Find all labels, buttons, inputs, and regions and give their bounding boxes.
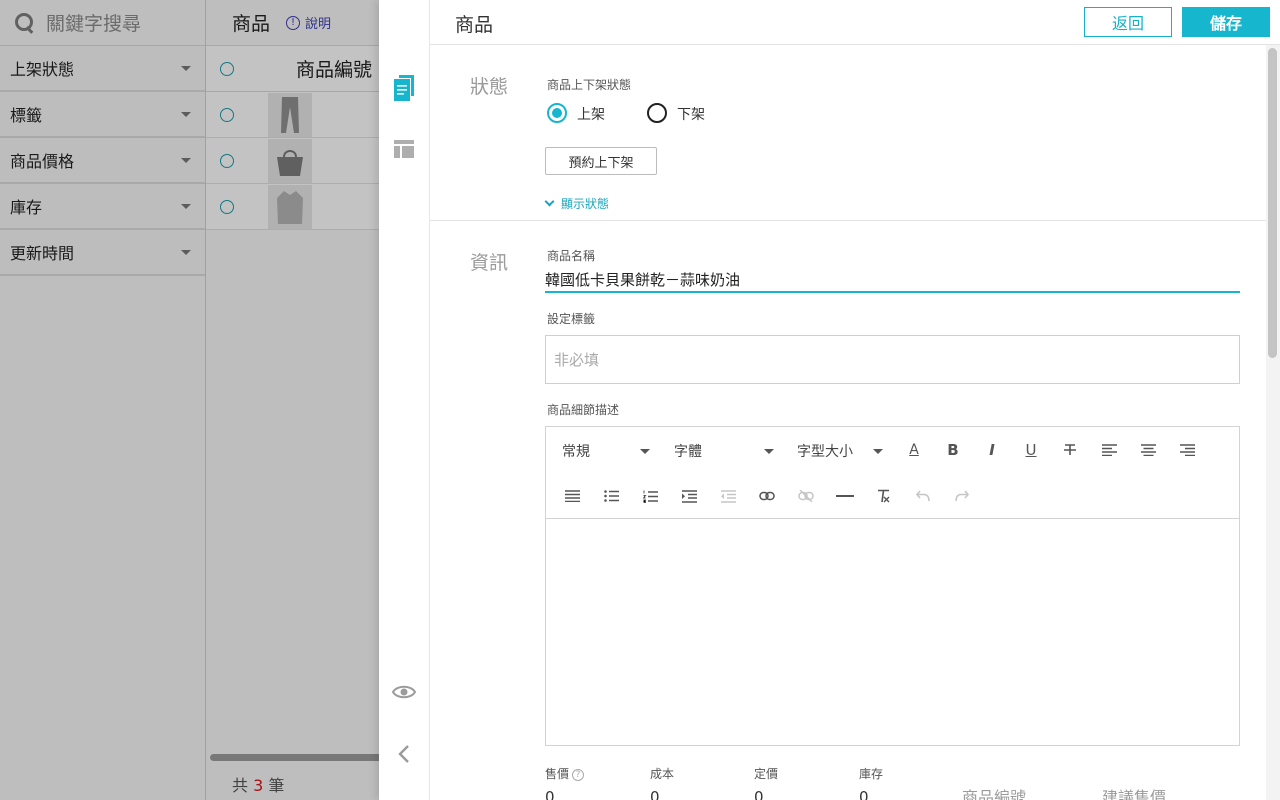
format-select[interactable]: 常規 xyxy=(562,441,650,461)
unlink-icon xyxy=(798,490,814,502)
layout-icon[interactable] xyxy=(394,140,414,158)
sale-price-input[interactable]: 0 xyxy=(545,788,555,800)
align-right-button[interactable] xyxy=(1175,438,1199,462)
cost-label: 成本 xyxy=(650,767,675,781)
bullet-list-button[interactable] xyxy=(599,484,623,508)
align-right-icon xyxy=(1179,444,1195,456)
list-price-label: 定價 xyxy=(754,767,779,781)
horizontal-rule-icon xyxy=(836,495,854,497)
save-button[interactable]: 儲存 xyxy=(1182,7,1270,37)
status-on-radio[interactable] xyxy=(547,103,567,123)
editor-toolbar: 常規 字體 字型大小 A B I U xyxy=(546,427,1239,519)
strikethrough-icon xyxy=(1064,444,1076,455)
caret-down-icon xyxy=(764,448,774,454)
chevron-down-icon xyxy=(544,196,555,207)
sku-field-label: 商品編號 xyxy=(962,788,1027,800)
numbered-list-icon xyxy=(642,490,658,503)
unlink-button[interactable] xyxy=(794,484,818,508)
tags-input[interactable] xyxy=(545,335,1240,384)
clear-format-icon xyxy=(878,489,890,503)
sale-price-label: 售價? xyxy=(545,765,585,782)
horizontal-rule-button[interactable] xyxy=(833,484,857,508)
indent-icon xyxy=(681,489,697,503)
back-button[interactable]: 返回 xyxy=(1084,7,1172,37)
underline-button[interactable]: U xyxy=(1019,438,1043,462)
format-select-value: 常規 xyxy=(562,444,590,460)
caret-down-icon xyxy=(873,448,883,454)
caret-down-icon xyxy=(640,448,650,454)
align-left-button[interactable] xyxy=(1097,438,1121,462)
outdent-button[interactable] xyxy=(716,484,740,508)
redo-icon xyxy=(955,490,969,502)
product-name-label: 商品名稱 xyxy=(547,249,596,263)
clear-format-button[interactable] xyxy=(872,484,896,508)
text-color-icon: A xyxy=(909,442,919,458)
sale-price-label-text: 售價 xyxy=(545,767,570,781)
italic-button[interactable]: I xyxy=(980,438,1004,462)
vertical-scrollbar-thumb[interactable] xyxy=(1268,48,1277,358)
redo-button[interactable] xyxy=(950,484,974,508)
document-icon[interactable] xyxy=(394,75,414,101)
outdent-icon xyxy=(720,489,736,503)
font-select[interactable]: 字體 xyxy=(674,441,774,461)
display-status-label: 顯示狀態 xyxy=(561,197,610,211)
collapse-chevron-icon[interactable] xyxy=(398,744,410,764)
bold-button[interactable]: B xyxy=(941,438,965,462)
status-on-label[interactable]: 上架 xyxy=(577,104,605,124)
status-off-radio[interactable] xyxy=(647,103,667,123)
rich-text-editor: 常規 字體 字型大小 A B I U xyxy=(545,426,1240,746)
cost-input[interactable]: 0 xyxy=(650,788,660,800)
font-select-value: 字體 xyxy=(674,444,702,460)
help-icon[interactable]: ? xyxy=(572,769,585,781)
text-color-button[interactable]: A xyxy=(902,438,926,462)
description-label: 商品細節描述 xyxy=(547,403,620,417)
panel-title: 商品 xyxy=(455,14,494,36)
tags-label: 設定標籤 xyxy=(547,312,596,326)
align-left-icon xyxy=(1101,444,1117,456)
section-divider xyxy=(430,220,1266,221)
status-field-label: 商品上下架狀態 xyxy=(547,78,632,92)
bullet-list-icon xyxy=(603,490,619,502)
list-price-input[interactable]: 0 xyxy=(754,788,764,800)
font-size-select-value: 字型大小 xyxy=(797,444,853,460)
schedule-publish-button[interactable]: 預約上下架 xyxy=(545,147,657,175)
justify-button[interactable] xyxy=(560,484,584,508)
align-center-icon xyxy=(1140,444,1156,456)
status-off-label[interactable]: 下架 xyxy=(677,104,705,124)
panel-content: 狀態 商品上下架狀態 上架 下架 預約上下架 顯示狀態 資訊 商品名稱 設定標籤… xyxy=(430,45,1266,800)
justify-icon xyxy=(564,490,580,502)
align-center-button[interactable] xyxy=(1136,438,1160,462)
indent-button[interactable] xyxy=(677,484,701,508)
info-section-title: 資訊 xyxy=(470,252,509,274)
eye-icon[interactable] xyxy=(392,684,416,700)
stock-label: 庫存 xyxy=(859,767,884,781)
undo-button[interactable] xyxy=(911,484,935,508)
display-status-toggle[interactable]: 顯示狀態 xyxy=(543,195,609,212)
panel-side-nav xyxy=(379,0,430,800)
undo-icon xyxy=(916,490,930,502)
link-button[interactable] xyxy=(755,484,779,508)
font-size-select[interactable]: 字型大小 xyxy=(797,441,883,461)
stock-input[interactable]: 0 xyxy=(859,788,869,800)
panel-header: 商品 返回 儲存 xyxy=(430,0,1280,45)
strikethrough-button[interactable] xyxy=(1058,438,1082,462)
link-icon xyxy=(759,491,775,501)
numbered-list-button[interactable] xyxy=(638,484,662,508)
status-section-title: 狀態 xyxy=(470,76,509,98)
product-edit-panel: 商品 返回 儲存 狀態 商品上下架狀態 上架 下架 預約上下架 顯示狀態 資訊 … xyxy=(379,0,1280,800)
product-name-input[interactable] xyxy=(545,267,1240,293)
editor-body[interactable] xyxy=(546,519,1239,745)
suggested-price-label: 建議售價 xyxy=(1102,788,1167,800)
